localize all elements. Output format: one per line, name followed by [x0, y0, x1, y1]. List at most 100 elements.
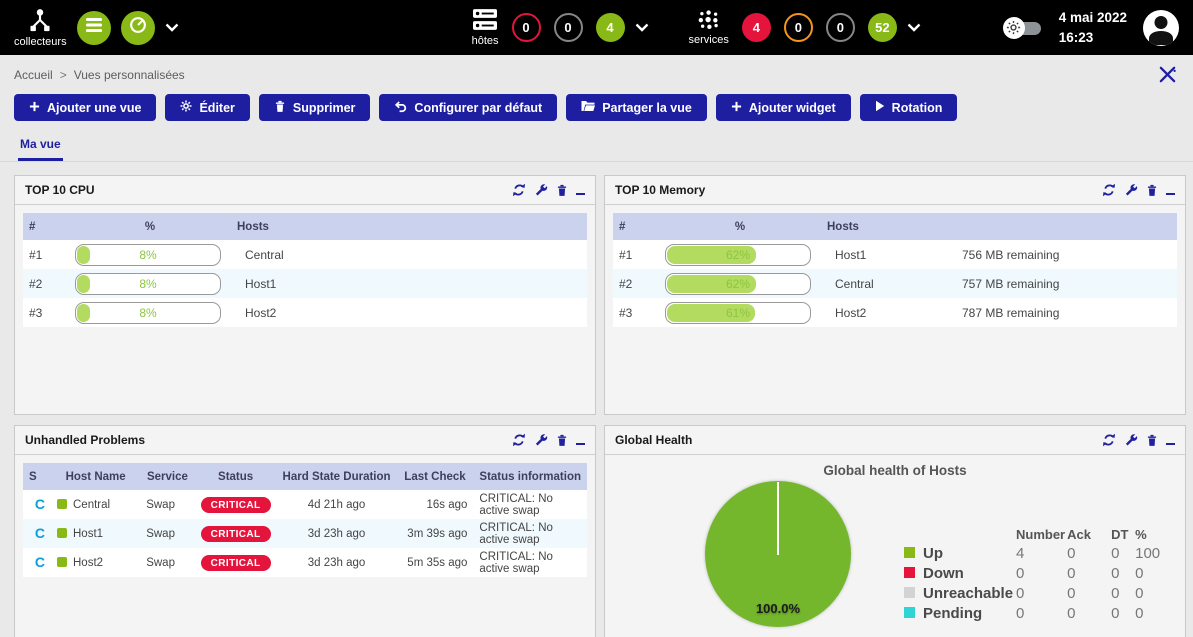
wrench-icon[interactable]	[534, 433, 548, 447]
minimize-icon[interactable]	[576, 443, 585, 447]
button-label: Partager la vue	[602, 101, 692, 115]
legend-label: Unreachable	[923, 585, 1013, 602]
services-unknown-badge[interactable]: 0	[826, 13, 855, 42]
service-link[interactable]: Swap	[140, 519, 194, 548]
last-check-cell: 5m 35s ago	[397, 548, 474, 577]
column-header: Hosts	[821, 213, 956, 240]
legend-number: 0	[1015, 605, 1066, 625]
share-view-button[interactable]: Partager la vue	[566, 94, 707, 121]
legend-number: 4	[1015, 545, 1066, 565]
column-header: Host Name	[51, 463, 140, 490]
tab-ma-vue[interactable]: Ma vue	[18, 137, 63, 161]
host-cell: Central	[231, 240, 587, 269]
breadcrumb-current: Vues personnalisées	[74, 68, 185, 82]
wrench-icon[interactable]	[1124, 183, 1138, 197]
services-critical-badge[interactable]: 4	[742, 13, 771, 42]
trash-icon[interactable]	[556, 434, 568, 447]
services-warning-badge[interactable]: 0	[784, 13, 813, 42]
column-header: S	[23, 463, 51, 490]
refresh-icon[interactable]	[1102, 433, 1116, 447]
host-link[interactable]: Host1	[73, 528, 103, 540]
host-link[interactable]: Host2	[73, 557, 103, 569]
set-default-button[interactable]: Configurer par défaut	[379, 94, 557, 121]
centreon-logo-icon[interactable]: C	[35, 525, 45, 541]
host-cell: Host2	[231, 298, 587, 327]
column-header: %	[659, 213, 821, 240]
delete-view-button[interactable]: Supprimer	[259, 94, 371, 121]
refresh-icon[interactable]	[512, 433, 526, 447]
refresh-icon[interactable]	[512, 183, 526, 197]
hosts-menu[interactable]: hôtes	[472, 9, 499, 47]
trash-icon[interactable]	[556, 184, 568, 197]
legend-row: Pending 0 0 0 0	[903, 605, 1176, 625]
hosts-down-badge[interactable]: 0	[512, 13, 541, 42]
breadcrumb: Accueil > Vues personnalisées	[0, 55, 1193, 84]
trash-icon[interactable]	[1146, 184, 1158, 197]
services-ok-badge[interactable]: 52	[868, 13, 897, 42]
column-header: Status	[195, 463, 277, 490]
column-header: Status information	[473, 463, 587, 490]
wrench-icon[interactable]	[534, 183, 548, 197]
button-label: Ajouter une vue	[47, 101, 141, 115]
cpu-table: # % Hosts #1 8% Central	[23, 213, 587, 327]
breadcrumb-home-link[interactable]: Accueil	[14, 68, 53, 82]
status-info-cell: CRITICAL: No active swap	[473, 519, 587, 548]
legend-column: Ack	[1066, 527, 1110, 545]
service-link[interactable]: Swap	[140, 548, 194, 577]
wrench-icon[interactable]	[1124, 433, 1138, 447]
widget-top10-memory: TOP 10 Memory	[604, 175, 1186, 415]
dashboard: TOP 10 CPU	[0, 162, 1193, 637]
customize-view-icon[interactable]	[1158, 65, 1177, 84]
legend-pct: 100	[1134, 545, 1176, 565]
pollers-menu[interactable]: collecteurs	[14, 8, 67, 48]
centreon-logo-icon[interactable]: C	[35, 554, 45, 570]
legend-column: %	[1134, 527, 1176, 545]
column-header: %	[69, 213, 231, 240]
theme-toggle[interactable]	[1003, 17, 1043, 39]
trash-icon	[274, 100, 286, 116]
services-label: services	[689, 34, 729, 46]
legend-pct: 0	[1134, 605, 1176, 625]
widget-body: # % Hosts #1 62% Host1 756 MB re	[605, 205, 1185, 414]
refresh-icon[interactable]	[1102, 183, 1116, 197]
minimize-icon[interactable]	[576, 193, 585, 197]
views-tabbar: Ma vue	[0, 135, 1193, 162]
pollers-list-button[interactable]	[77, 11, 111, 45]
button-label: Supprimer	[293, 101, 356, 115]
duration-cell: 3d 23h ago	[277, 548, 397, 577]
legend-label: Pending	[923, 605, 982, 622]
column-header: Last Check	[397, 463, 474, 490]
user-avatar[interactable]	[1143, 10, 1179, 46]
widget-header: Unhandled Problems	[15, 426, 595, 455]
trash-icon[interactable]	[1146, 434, 1158, 447]
host-up-status-icon	[57, 557, 67, 567]
add-widget-button[interactable]: Ajouter widget	[716, 94, 851, 121]
host-link[interactable]: Central	[73, 499, 110, 511]
hosts-up-badge[interactable]: 4	[596, 13, 625, 42]
table-row: C Central Swap CRITICAL 4d 21h ago 16s a…	[23, 490, 587, 519]
legend-ack: 0	[1066, 545, 1110, 565]
legend-dt: 0	[1110, 585, 1134, 605]
pollers-chevron-down-icon[interactable]	[165, 23, 179, 32]
legend-pct: 0	[1134, 565, 1176, 585]
table-row: #2 62% Central 757 MB remaining	[613, 269, 1177, 298]
table-row: #3 8% Host2	[23, 298, 587, 327]
services-chevron-down-icon[interactable]	[907, 23, 921, 32]
percent-label: 61%	[666, 303, 810, 323]
rotation-button[interactable]: Rotation	[860, 94, 958, 121]
table-row: #1 62% Host1 756 MB remaining	[613, 240, 1177, 269]
last-check-cell: 3m 39s ago	[397, 519, 474, 548]
latency-gauge-button[interactable]	[121, 11, 155, 45]
minimize-icon[interactable]	[1166, 193, 1175, 197]
hosts-chevron-down-icon[interactable]	[635, 23, 649, 32]
services-menu[interactable]: services	[689, 10, 729, 46]
hosts-unreachable-badge[interactable]: 0	[554, 13, 583, 42]
rank-cell: #3	[23, 298, 69, 327]
health-legend: Number Ack DT % Up 4 0 0 100 D	[903, 527, 1176, 625]
minimize-icon[interactable]	[1166, 443, 1175, 447]
column-header	[956, 213, 1177, 240]
centreon-logo-icon[interactable]: C	[35, 496, 45, 512]
edit-view-button[interactable]: Éditer	[165, 94, 249, 121]
service-link[interactable]: Swap	[140, 490, 194, 519]
add-view-button[interactable]: Ajouter une vue	[14, 94, 156, 121]
